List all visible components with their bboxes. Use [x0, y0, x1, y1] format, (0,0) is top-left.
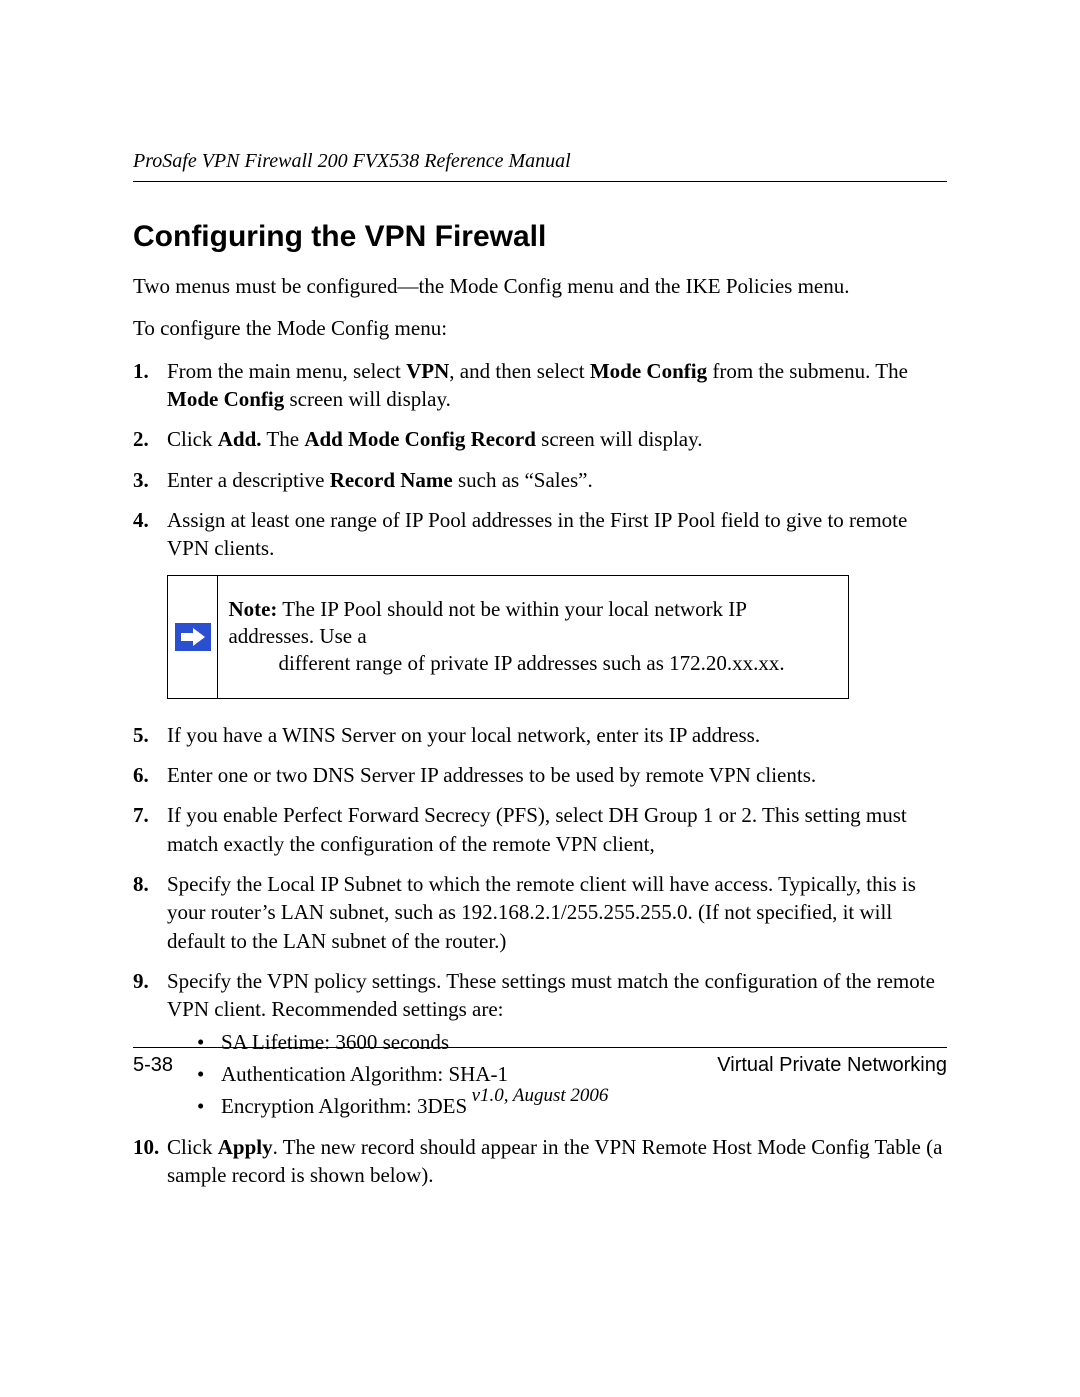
note-line-2: different range of private IP addresses … [228, 650, 834, 677]
step-number: 6. [133, 761, 149, 789]
step-number: 7. [133, 801, 149, 829]
step-number: 1. [133, 357, 149, 385]
arrow-right-icon [175, 623, 211, 651]
step-text: VPN [406, 359, 449, 383]
step-text: Mode Config [590, 359, 707, 383]
step-text: The [262, 427, 305, 451]
step-text: If you have a WINS Server on your local … [167, 723, 760, 747]
step-item: 3. Enter a descriptive Record Name such a… [133, 466, 947, 494]
step-number: 10. [133, 1133, 159, 1161]
step-text: screen will display. [536, 427, 703, 451]
footer-version: v1.0, August 2006 [133, 1085, 947, 1107]
step-text: Assign at least one range of IP Pool add… [167, 508, 907, 560]
step-number: 4. [133, 506, 149, 534]
ordered-steps-2: 5. If you have a WINS Server on your loca… [133, 721, 947, 1190]
step-number: 2. [133, 425, 149, 453]
step-item: 10. Click Apply. The new record should ap… [133, 1133, 947, 1190]
intro-paragraph-2: To configure the Mode Config menu: [133, 314, 947, 342]
step-text: Click [167, 427, 218, 451]
step-text: , and then select [449, 359, 590, 383]
intro-paragraph-1: Two menus must be configured—the Mode Co… [133, 272, 947, 300]
footer-page-number: 5-38 [133, 1054, 173, 1077]
step-item: 4. Assign at least one range of IP Pool a… [133, 506, 947, 563]
step-item: 1. From the main menu, select VPN, and th… [133, 357, 947, 414]
step-text: Enter a descriptive [167, 468, 330, 492]
step-item: 7. If you enable Perfect Forward Secrecy … [133, 801, 947, 858]
step-text: Apply [218, 1135, 273, 1159]
step-text: If you enable Perfect Forward Secrecy (P… [167, 803, 907, 855]
step-text: Mode Config [167, 387, 284, 411]
step-item: 8. Specify the Local IP Subnet to which t… [133, 870, 947, 955]
note-line-1: The IP Pool should not be within your lo… [228, 597, 746, 648]
step-item: 5. If you have a WINS Server on your loca… [133, 721, 947, 749]
step-text: Add Mode Config Record [304, 427, 536, 451]
step-number: 5. [133, 721, 149, 749]
step-text: Record Name [330, 468, 453, 492]
document-page: ProSafe VPN Firewall 200 FVX538 Referenc… [0, 0, 1080, 1397]
step-text: Add. [218, 427, 262, 451]
step-text: From the main menu, select [167, 359, 406, 383]
step-text: from the submenu. The [707, 359, 908, 383]
running-header: ProSafe VPN Firewall 200 FVX538 Referenc… [133, 150, 947, 182]
page-footer: 5-38 Virtual Private Networking v1.0, Au… [133, 1047, 947, 1107]
step-item: 2.Click Add. The Add Mode Config Record … [133, 425, 947, 453]
step-text: such as “Sales”. [453, 468, 593, 492]
step-text: Enter one or two DNS Server IP addresses… [167, 763, 816, 787]
step-text: Specify the VPN policy settings. These s… [167, 969, 935, 1021]
note-label: Note: [228, 597, 277, 621]
step-text: Specify the Local IP Subnet to which the… [167, 872, 916, 953]
section-heading: Configuring the VPN Firewall [133, 220, 947, 254]
footer-section-name: Virtual Private Networking [717, 1054, 947, 1077]
step-item: 6. Enter one or two DNS Server IP address… [133, 761, 947, 789]
step-text: . The new record should appear in the VP… [167, 1135, 942, 1187]
step-number: 3. [133, 466, 149, 494]
note-icon-cell [168, 576, 218, 698]
note-text: Note: The IP Pool should not be within y… [218, 576, 848, 698]
step-text: screen will display. [284, 387, 451, 411]
note-box: Note: The IP Pool should not be within y… [167, 575, 849, 699]
step-number: 9. [133, 967, 149, 995]
step-number: 8. [133, 870, 149, 898]
ordered-steps-1: 1. From the main menu, select VPN, and th… [133, 357, 947, 563]
step-text: Click [167, 1135, 218, 1159]
